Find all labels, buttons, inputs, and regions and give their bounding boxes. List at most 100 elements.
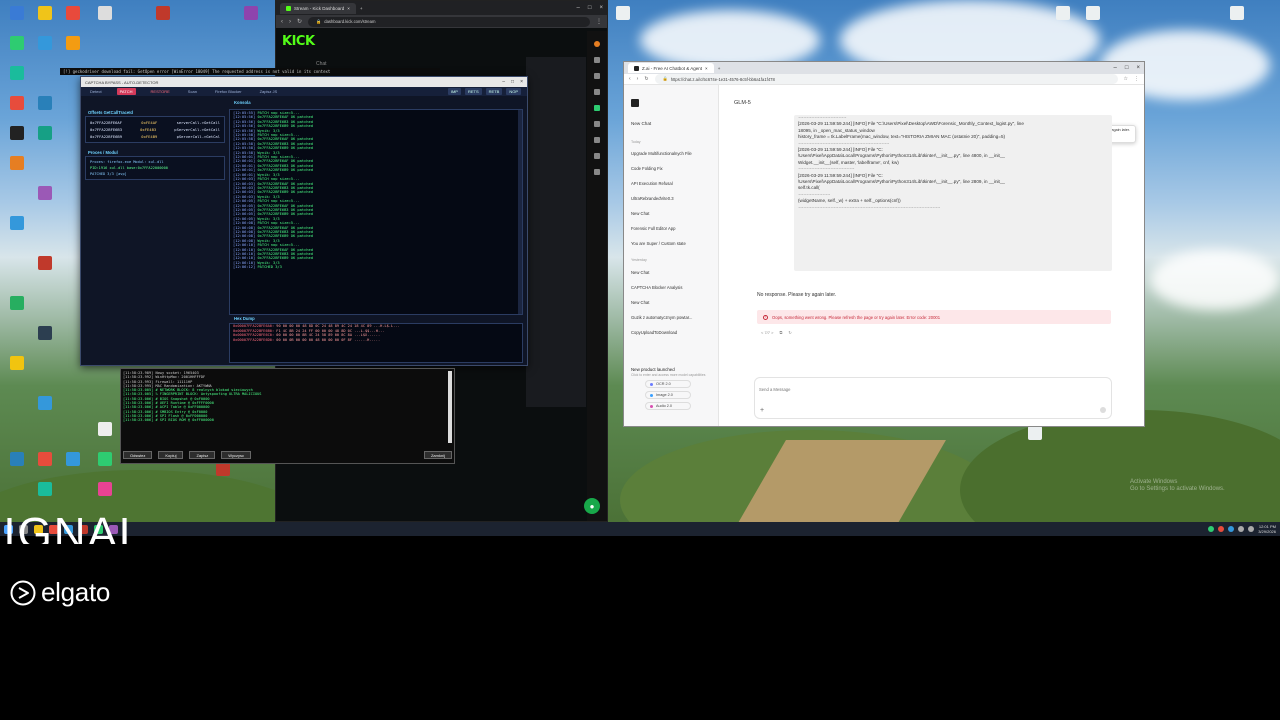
desktop-icon[interactable] <box>34 6 56 28</box>
new-tab-icon[interactable]: + <box>360 6 363 11</box>
kick-chat-button[interactable]: ● <box>584 498 600 514</box>
message-pager[interactable]: < 7/7 > <box>761 330 773 335</box>
rail-icon[interactable] <box>594 121 600 127</box>
desktop-icon[interactable] <box>6 156 28 178</box>
desktop-icon[interactable] <box>1226 6 1248 28</box>
close-button[interactable]: Zamknij <box>423 451 452 459</box>
desktop-icon[interactable] <box>62 36 84 58</box>
menu-icon[interactable]: ⋮ <box>1134 76 1139 82</box>
back-icon[interactable]: ‹ <box>281 19 283 25</box>
desktop-icon[interactable] <box>6 36 28 58</box>
chat-history-item[interactable]: New Chat <box>631 300 649 305</box>
desktop-icon[interactable] <box>34 482 56 504</box>
forward-icon[interactable]: › <box>637 76 639 82</box>
desktop-icon[interactable] <box>34 126 56 148</box>
tray-icon[interactable] <box>1208 526 1215 532</box>
refresh-button[interactable]: Odswiez <box>123 451 153 459</box>
menu-patch[interactable]: PATCH <box>116 88 136 95</box>
rail-icon[interactable] <box>594 41 600 47</box>
desktop-icon[interactable] <box>6 66 28 88</box>
attach-plus-icon[interactable]: + <box>760 407 764 414</box>
promo-card[interactable]: New product launched Click to enter and … <box>631 367 713 410</box>
maximize-icon[interactable]: □ <box>588 5 592 11</box>
chat-tab[interactable]: Z.ai - Free AI Chatbot & Agent × <box>628 63 714 73</box>
offset-row[interactable]: 0x7FFA22BFE6B9 0xFE4B9 pServerCall->GetCal <box>88 133 222 140</box>
mode-retb-button[interactable]: RETB <box>485 88 503 95</box>
desktop-icon[interactable] <box>6 126 28 148</box>
tray-icon[interactable] <box>1228 526 1235 532</box>
desktop-icon[interactable] <box>152 6 174 28</box>
chat-history-item[interactable]: You are Super / Custom state <box>631 241 686 246</box>
mode-imp-button[interactable]: IMP <box>447 88 461 95</box>
menu-scan[interactable]: Scan <box>185 88 200 95</box>
kick-address-bar[interactable]: 🔒 dashboard.kick.com/stream <box>308 16 590 27</box>
reload-icon[interactable]: ↻ <box>644 76 648 82</box>
desktop-icon[interactable] <box>6 96 28 118</box>
desktop-icon[interactable] <box>1024 426 1046 448</box>
menu-firefox-blocker[interactable]: Firefox Blocker <box>212 88 245 95</box>
desktop-icon[interactable] <box>212 462 234 484</box>
clock[interactable]: 12:01 PM 3/29/2026 <box>1258 524 1276 534</box>
desktop-icon[interactable] <box>62 6 84 28</box>
close-icon[interactable]: × <box>347 6 350 11</box>
chat-history-item[interactable]: CAPTCHA Blocker Analysis <box>631 285 682 290</box>
maximize-icon[interactable]: □ <box>511 79 514 85</box>
menu-restore[interactable]: RESTORE <box>148 88 173 95</box>
close-icon[interactable]: × <box>705 66 708 71</box>
chat-history-item[interactable]: CopyUploadToDownload <box>631 330 677 335</box>
zai-logo-icon[interactable] <box>631 99 639 107</box>
mode-nop-button[interactable]: NOP <box>506 88 521 95</box>
rail-icon[interactable] <box>594 153 600 159</box>
desktop-icon[interactable] <box>240 6 262 28</box>
desktop-icon[interactable] <box>62 452 84 474</box>
desktop-icon[interactable] <box>94 452 116 474</box>
kick-tab[interactable]: Stream - Kick Dashboard × <box>280 2 356 14</box>
message-input[interactable] <box>755 383 1111 396</box>
rail-icon[interactable] <box>594 169 600 175</box>
desktop-icon[interactable] <box>94 422 116 444</box>
minimize-icon[interactable]: – <box>1114 65 1117 71</box>
menu-save-js[interactable]: Zapisz JS <box>257 88 281 95</box>
new-chat-button[interactable]: New Chat <box>631 121 651 126</box>
new-tab-icon[interactable]: + <box>718 66 721 71</box>
desktop-icon[interactable] <box>34 452 56 474</box>
console-scrollbar[interactable] <box>518 110 522 314</box>
back-icon[interactable]: ‹ <box>629 76 631 82</box>
chat-history-item[interactable]: Upgrade Multifunctionalnych File <box>631 151 692 156</box>
promo-image-button[interactable]: Image 2.0 <box>645 391 691 399</box>
desktop-icon[interactable] <box>94 6 116 28</box>
chat-browser-window[interactable]: Z.ai - Free AI Chatbot & Agent × + – □ ×… <box>623 61 1145 427</box>
desktop-icon[interactable] <box>6 296 28 318</box>
promo-ocr-button[interactable]: OCR 2.0 <box>645 380 691 388</box>
chat-address-bar[interactable]: 🔒 https://chat.z.ai/c/5c674e-1e31-4576-8… <box>654 74 1118 84</box>
patch-console[interactable]: [12:05:55] PATCH nop size=5... [12:05:56]… <box>229 109 523 315</box>
mode-rets-button[interactable]: RETS <box>464 88 482 95</box>
tray-icon[interactable] <box>1218 526 1225 532</box>
offset-row[interactable]: 0x7FFA22BFE6B3 0xFE4B3 pServerCall->GetCal… <box>88 126 222 133</box>
desktop-icon[interactable] <box>6 216 28 238</box>
chat-history-item[interactable]: New Chat <box>631 211 649 216</box>
close-icon[interactable]: × <box>1136 65 1140 71</box>
save-button[interactable]: Zapisz <box>189 451 216 459</box>
extensions-icon[interactable]: ⋮ <box>596 18 602 25</box>
clear-button[interactable]: Wyczysc <box>221 451 251 459</box>
rail-icon[interactable] <box>594 73 600 79</box>
menu-detect[interactable]: Detect <box>87 88 105 95</box>
desktop-icon[interactable] <box>6 452 28 474</box>
desktop-icon[interactable] <box>34 326 56 348</box>
patcher-window[interactable]: CAPTCHA BYPASS - AUTO-DETECTOR – □ × Det… <box>80 76 528 366</box>
regenerate-icon[interactable]: ↻ <box>788 330 791 335</box>
chat-history-item[interactable]: Guzik z automatycznym powtar... <box>631 315 692 320</box>
desktop-icon[interactable] <box>1052 6 1074 28</box>
rail-icon[interactable] <box>594 89 600 95</box>
close-icon[interactable]: × <box>520 79 523 85</box>
promo-audio-button[interactable]: Audio 2.0 <box>645 402 691 410</box>
kick-logo[interactable]: KICK <box>282 34 315 49</box>
offset-row[interactable]: 0x7FFA22BFE6AF 0xFE4AF serverCall->GetCall <box>88 119 222 126</box>
close-icon[interactable]: × <box>599 5 603 11</box>
chat-history-item[interactable]: UltraRebrandedVite0.3 <box>631 196 674 201</box>
rail-icon[interactable] <box>594 105 600 111</box>
chat-history-item[interactable]: New Chat <box>631 270 649 275</box>
desktop-icon[interactable] <box>34 96 56 118</box>
desktop-icon[interactable] <box>94 482 116 504</box>
